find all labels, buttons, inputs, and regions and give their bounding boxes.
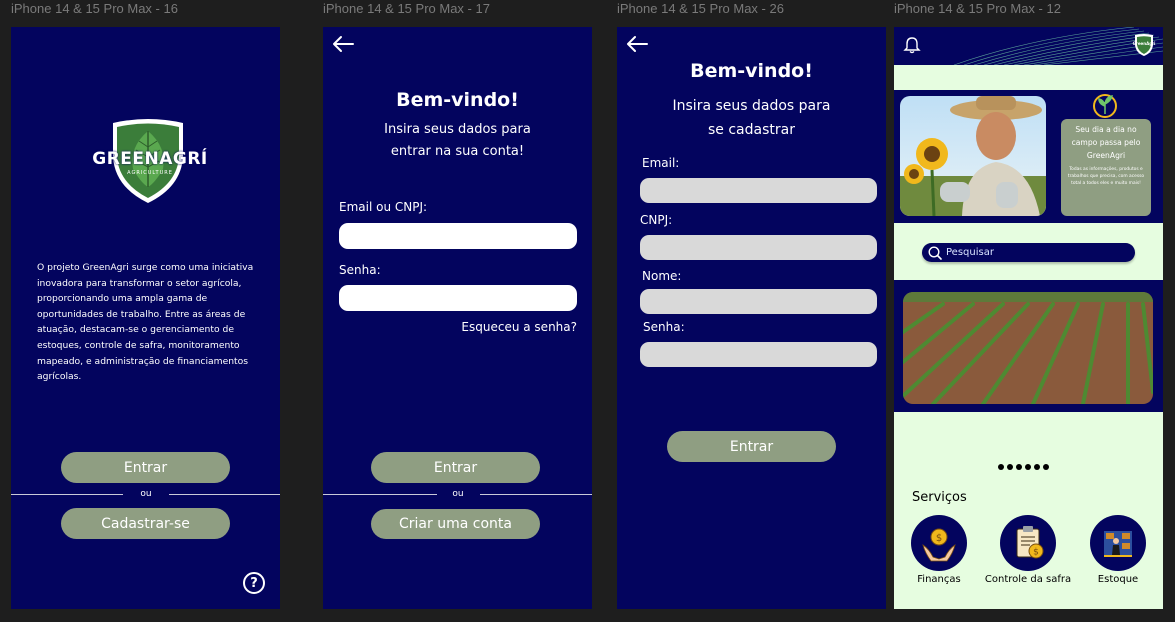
subtitle-line-1: Insira seus dados para — [672, 98, 831, 114]
submit-button[interactable]: Entrar — [667, 431, 836, 462]
help-icon[interactable]: ? — [243, 572, 265, 594]
password-input[interactable] — [339, 285, 577, 311]
clipboard-coin-icon: $ — [1016, 526, 1044, 559]
splash-screen: GREENAGRÍ AGRICULTURE O projeto GreenAgr… — [11, 27, 280, 609]
divider-right — [169, 494, 280, 495]
farmer-sunflower-image — [900, 96, 1046, 216]
plant-globe-icon — [1093, 94, 1117, 118]
service-financas[interactable]: $ Finanças — [894, 515, 984, 585]
login-button[interactable]: Entrar — [61, 452, 230, 483]
or-text: ou — [452, 489, 464, 499]
forgot-password-link[interactable]: Esqueceu a senha? — [458, 320, 577, 334]
frame-label-17: iPhone 14 & 15 Pro Max - 17 — [323, 1, 490, 16]
service-controle-safra[interactable]: $ Controle da safra — [983, 515, 1073, 585]
header-bar: GreenAgri — [894, 27, 1163, 65]
info-card: Seu dia a dia no campo passa pelo GreenA… — [1061, 119, 1151, 216]
email-input[interactable] — [640, 178, 877, 203]
back-arrow-icon[interactable] — [625, 35, 649, 53]
divider-left — [323, 494, 437, 495]
frame-label-16: iPhone 14 & 15 Pro Max - 16 — [11, 1, 178, 16]
small-logo: GreenAgri — [1133, 33, 1155, 57]
search-placeholder: Pesquisar — [946, 247, 994, 258]
password-label: Senha: — [339, 263, 381, 277]
welcome-title: Bem-vindo! — [690, 60, 813, 82]
divider-right — [480, 494, 592, 495]
subtitle-line-1: Insira seus dados para — [384, 122, 531, 137]
small-logo-text: GreenAgri — [1132, 41, 1156, 46]
top-strip — [894, 65, 1163, 90]
name-label: Nome: — [642, 269, 682, 283]
register-button[interactable]: Cadastrar-se — [61, 508, 230, 539]
frame-label-26: iPhone 14 & 15 Pro Max - 26 — [617, 1, 784, 16]
cnpj-input[interactable] — [640, 235, 877, 260]
crop-field-image — [903, 292, 1153, 404]
name-input[interactable] — [640, 289, 877, 314]
logo-wordmark: GREENAGRÍ — [92, 149, 208, 169]
service-label-controle-safra: Controle da safra — [984, 574, 1072, 585]
subtitle-line-2: entrar na sua conta! — [390, 144, 525, 159]
hero-section: Seu dia a dia no campo passa pelo GreenA… — [894, 90, 1163, 223]
home-screen: GreenAgri Seu dia a dia no campo passa p… — [894, 27, 1163, 609]
greenagri-logo: GREENAGRÍ AGRICULTURE — [83, 117, 213, 207]
subtitle-line-2: se cadastrar — [708, 122, 795, 138]
frame-label-12: iPhone 14 & 15 Pro Max - 12 — [894, 1, 1061, 16]
welcome-title: Bem-vindo! — [396, 89, 519, 111]
logo-subtext: AGRICULTURE — [127, 170, 173, 176]
service-estoque[interactable]: Estoque — [1073, 515, 1163, 585]
password-label: Senha: — [643, 320, 685, 334]
search-icon — [928, 245, 942, 260]
carousel-dots[interactable] — [998, 464, 1049, 470]
email-label: Email ou CNPJ: — [339, 200, 428, 214]
money-hands-icon: $ — [922, 528, 956, 562]
services-title: Serviços — [912, 490, 967, 505]
warehouse-worker-icon — [1104, 531, 1132, 557]
login-button[interactable]: Entrar — [371, 452, 540, 483]
header-wave-pattern — [953, 27, 1163, 65]
back-arrow-icon[interactable] — [331, 35, 355, 53]
email-label: Email: — [642, 156, 680, 170]
search-section: Pesquisar — [894, 223, 1163, 280]
services-section: Serviços $ Finanças $ Controle da safra … — [894, 412, 1163, 609]
email-cnpj-input[interactable] — [339, 223, 577, 249]
cnpj-label: CNPJ: — [640, 213, 673, 227]
service-label-financas: Finanças — [917, 574, 961, 585]
password-input[interactable] — [640, 342, 877, 367]
bell-icon[interactable] — [903, 36, 921, 54]
info-card-body: Todas as informações, produtos e trabalh… — [1067, 167, 1145, 186]
create-account-button[interactable]: Criar uma conta — [371, 509, 540, 539]
about-text: O projeto GreenAgri surge como uma inici… — [37, 262, 254, 383]
svg-text:$: $ — [936, 533, 942, 544]
svg-text:$: $ — [1033, 548, 1039, 558]
or-text: ou — [140, 489, 152, 499]
search-input[interactable]: Pesquisar — [922, 243, 1135, 262]
info-card-title: Seu dia a dia no campo passa pelo GreenA… — [1071, 125, 1141, 160]
register-screen: Bem-vindo! Insira seus dados para se cad… — [617, 27, 886, 609]
service-label-estoque: Estoque — [1097, 574, 1139, 585]
banner-section — [894, 280, 1163, 412]
divider-left — [11, 494, 123, 495]
login-screen: Bem-vindo! Insira seus dados para entrar… — [323, 27, 592, 609]
